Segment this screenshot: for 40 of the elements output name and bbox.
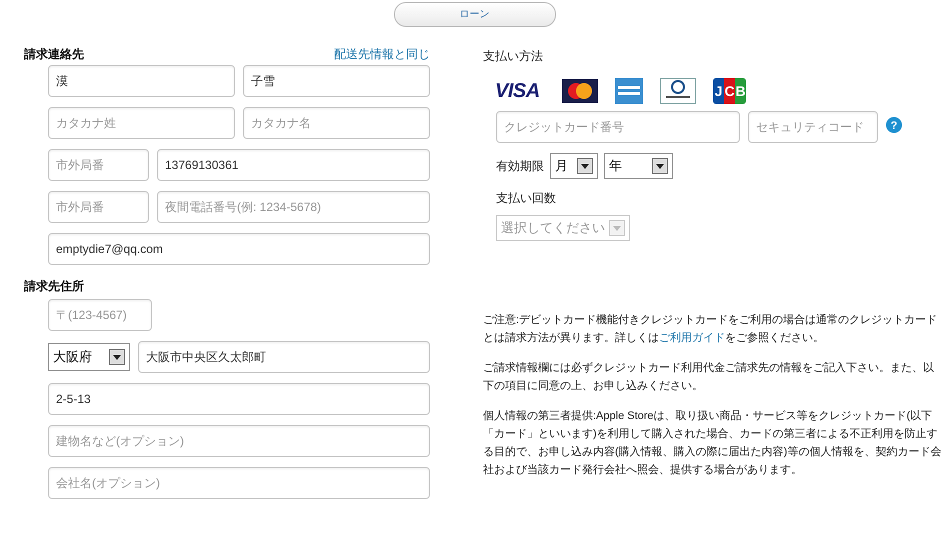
input-field[interactable]: 市外局番 (48, 149, 149, 181)
caret-icon (609, 220, 625, 236)
caret-icon (577, 158, 593, 174)
visa-logo: VISA (495, 79, 541, 104)
input-field[interactable]: 〒(123-4567) (48, 299, 152, 331)
input-field[interactable]: カタカナ姓 (48, 107, 235, 139)
input-field[interactable]: 建物名など(オプション) (48, 425, 430, 457)
input-field[interactable]: 子雪 (243, 65, 430, 97)
input-field[interactable]: 漠 (48, 65, 235, 97)
input-field[interactable]: カタカナ名 (243, 107, 430, 139)
mastercard-logo (562, 79, 598, 103)
section-title: 請求先住所 (24, 278, 85, 295)
jcb-logo: JCB (713, 78, 746, 104)
input-field[interactable]: 13769130361 (157, 149, 430, 181)
caret-icon (109, 349, 125, 365)
prefecture-dropdown[interactable]: 大阪府 (48, 343, 130, 371)
input-field[interactable]: emptydie7@qq.com (48, 233, 430, 265)
amex-logo (615, 78, 643, 104)
diners-logo (660, 78, 696, 104)
loan-button[interactable]: ローン (394, 2, 556, 27)
input-field[interactable]: 市外局番 (48, 191, 149, 223)
dropdown[interactable]: 月 (550, 153, 598, 179)
guide-link[interactable]: ご利用ガイド (659, 332, 725, 344)
input-field[interactable]: 夜間電話番号(例: 1234-5678) (157, 191, 430, 223)
input-field[interactable]: クレジットカード番号 (496, 111, 740, 143)
notice-paragraph: ご請求情報欄には必ずクレジットカード利用代金ご請求先の情報をご記入下さい。また、以下の項目に同意の上、お申し込みください。 (483, 360, 935, 394)
input-field[interactable]: 大阪市中央区久太郎町 (138, 341, 430, 373)
input-field[interactable]: セキュリティコード (748, 111, 878, 143)
section-title: 支払い方法 (483, 48, 544, 65)
input-field[interactable]: 会社名(オプション) (48, 467, 430, 499)
installments-label: 支払い回数 (495, 190, 557, 207)
same-as-shipping-link[interactable]: 配送先情報と同じ (334, 45, 430, 63)
dropdown[interactable]: 年 (604, 153, 673, 179)
section-title: 請求連絡先 (24, 46, 84, 63)
help-icon[interactable]: ? (886, 117, 902, 133)
notice-paragraph: 個人情報の第三者提供:Apple Storeは、取り扱い商品・サービス等をクレジットカード(以下「カード」といいます)を利用して購入された場合、カードの第三者による不正利用を防止する目的で、お申し込み内容(購入情報、購入の際に届出た内容)等の個人情報を、契約カード会社および当該カード発行会社へ照会、提供する場合があります。 (483, 408, 942, 478)
caret-icon (652, 158, 668, 174)
input-field[interactable]: 2-5-13 (48, 383, 430, 415)
expiry-label: 有効期限 (496, 158, 544, 175)
notice-paragraph: ご注意:デビットカード機能付きクレジットカードをご利用の場合は通常のクレジットカードとは請求方法が異ります。詳しくはご利用ガイド をご参照ください。 (483, 312, 938, 346)
